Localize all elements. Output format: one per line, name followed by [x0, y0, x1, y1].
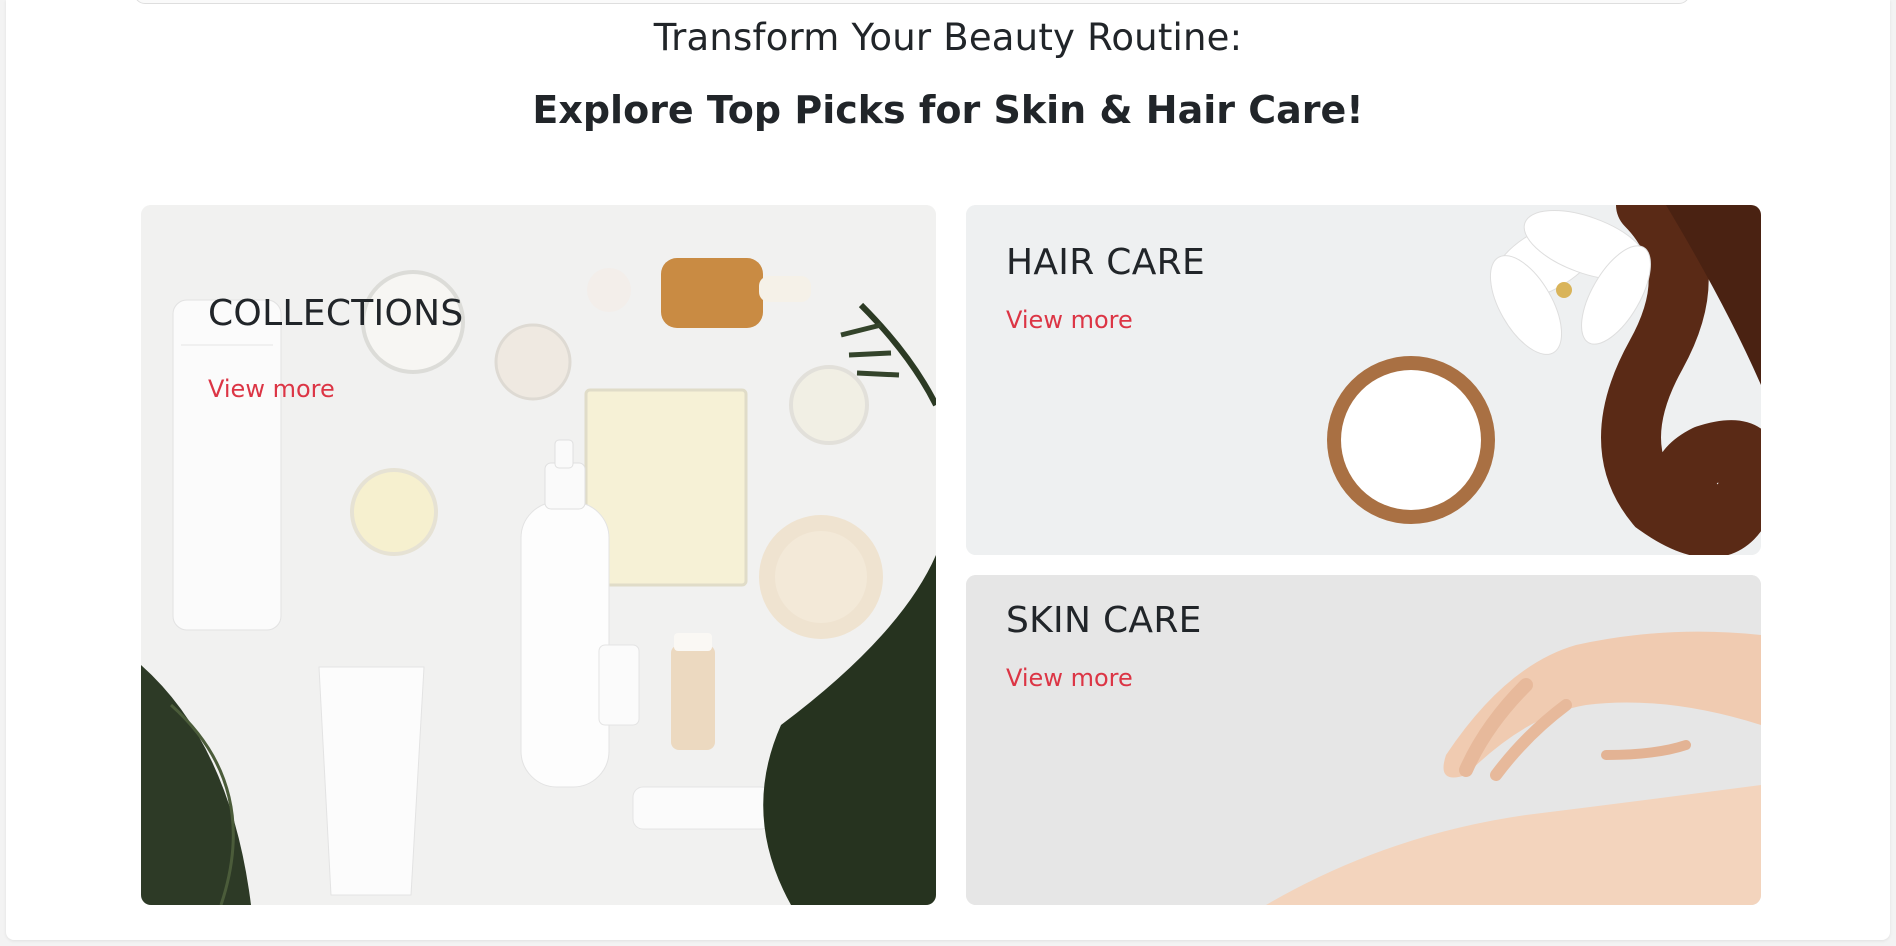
hair-care-title: HAIR CARE: [1006, 242, 1205, 283]
collections-card[interactable]: COLLECTIONS View more: [141, 205, 936, 905]
skin-care-view-more-link[interactable]: View more: [1006, 664, 1133, 692]
skin-care-card[interactable]: SKIN CARE View more: [966, 575, 1761, 905]
page: Transform Your Beauty Routine: Explore T…: [6, 0, 1890, 940]
hair-care-card[interactable]: HAIR CARE View more: [966, 205, 1761, 555]
collections-view-more-link[interactable]: View more: [208, 375, 335, 403]
skin-care-title: SKIN CARE: [1006, 600, 1202, 641]
hair-care-view-more-link[interactable]: View more: [1006, 306, 1133, 334]
collections-title: COLLECTIONS: [208, 293, 464, 334]
section-heading-line1: Transform Your Beauty Routine:: [653, 16, 1243, 59]
search-bar-edge[interactable]: [134, 0, 1690, 4]
section-heading-line2: Explore Top Picks for Skin & Hair Care!: [532, 88, 1364, 132]
